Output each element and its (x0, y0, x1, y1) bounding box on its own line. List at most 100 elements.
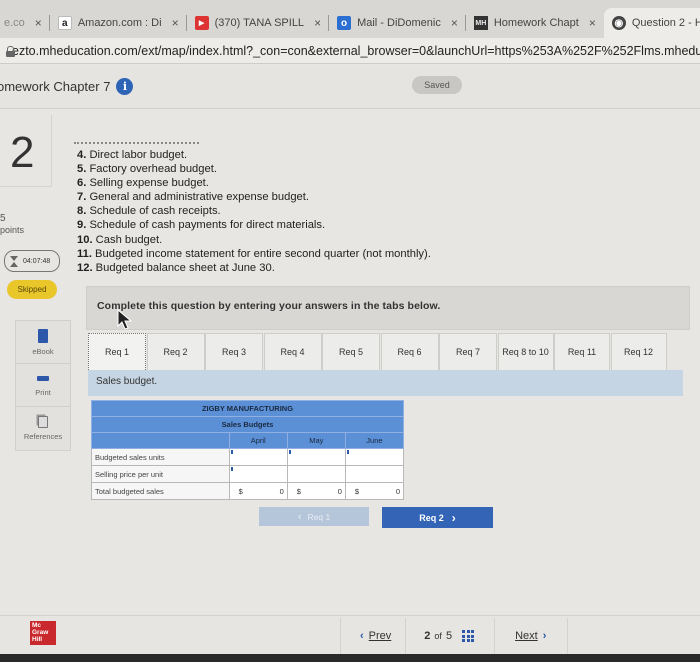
of-label: of (434, 631, 442, 641)
references-label: References (23, 432, 63, 441)
month-header-april: April (228, 432, 288, 449)
references-button[interactable]: References (16, 407, 70, 450)
table-row: Selling price per unit (91, 465, 405, 483)
tab-content-title: Sales budget. (96, 376, 158, 387)
close-tab-icon[interactable]: × (35, 16, 42, 30)
item-text: Selling expense budget. (86, 177, 209, 190)
browser-tab-active[interactable]: ◉ Question 2 - Hom × (603, 8, 700, 38)
total-value: 0 (395, 486, 400, 496)
chevron-left-icon: ‹ (360, 630, 364, 642)
list-item: 11. Budgeted income statement for entire… (77, 247, 431, 261)
total-value: 0 (279, 486, 284, 496)
item-number: 4. (77, 149, 87, 161)
tools-panel: eBook Print References (15, 320, 71, 451)
logo-line: Mc (32, 622, 42, 629)
tab-req-7[interactable]: Req 7 (439, 333, 497, 370)
budgeted-sales-units-june-input[interactable] (344, 448, 405, 466)
status-badge: Skipped (7, 280, 57, 299)
close-tab-icon[interactable]: × (589, 16, 596, 30)
page-indicator: 2 of 5 (406, 630, 494, 642)
youtube-favicon-icon: ▶ (194, 16, 209, 30)
close-tab-icon[interactable]: × (314, 16, 321, 30)
ebook-button[interactable]: eBook (16, 321, 70, 364)
instructions-text: Complete this question by entering your … (97, 300, 441, 312)
list-item: 7. General and administrative expense bu… (77, 190, 431, 204)
item-number: 6. (77, 177, 87, 190)
budgeted-sales-units-april-input[interactable] (228, 448, 288, 466)
mouse-cursor-icon (117, 309, 133, 330)
assignment-title: omework Chapter 7 i (0, 78, 134, 95)
print-button[interactable]: Print (16, 364, 70, 407)
budgeted-sales-units-may-input[interactable] (286, 448, 346, 466)
tab-req-12[interactable]: Req 12 (610, 333, 667, 370)
address-bar[interactable]: ezto.mheducation.com/ext/map/index.html?… (0, 38, 700, 64)
list-item: 4. Direct labor budget. (77, 148, 431, 162)
url-text[interactable]: ezto.mheducation.com/ext/map/index.html?… (12, 44, 700, 58)
prev-req-button[interactable]: ‹ Req 1 (259, 507, 369, 526)
total-sales-may-cell: $0 (286, 482, 346, 500)
currency-symbol: $ (296, 486, 301, 496)
item-text: Direct labor budget. (86, 149, 188, 161)
total-pages: 5 (445, 630, 453, 642)
mcgraw-hill-logo: Mc Graw Hill (30, 621, 56, 645)
currency-symbol: $ (354, 486, 360, 496)
chevron-right-icon: › (542, 630, 547, 642)
tab-req-3[interactable]: Req 3 (205, 333, 263, 370)
month-header-row: April May June (91, 432, 405, 449)
hourglass-icon (10, 255, 18, 267)
browser-tab[interactable]: a Amazon.com : Di × (50, 8, 187, 38)
budget-title: Sales Budgets (91, 416, 404, 433)
saved-badge: Saved (412, 76, 462, 94)
selling-price-per-unit-input[interactable] (228, 465, 288, 483)
browser-tab[interactable]: e.co × (0, 8, 50, 38)
logo-line: Graw (32, 629, 49, 636)
timer-value: 04:07:48 (23, 257, 51, 265)
next-req-label: Req 2 (419, 512, 444, 523)
row-label: Budgeted sales units (91, 448, 230, 466)
close-tab-icon[interactable]: × (172, 16, 179, 30)
next-label: Next (515, 630, 538, 642)
row-label: Selling price per unit (91, 465, 230, 483)
table-header-row: Sales Budgets (91, 416, 404, 433)
grid-icon[interactable] (462, 630, 475, 642)
timer: 04:07:48 (4, 250, 60, 272)
points-label: points (0, 225, 25, 235)
next-req-button[interactable]: Req 2 › (382, 507, 493, 528)
amazon-favicon-icon: a (57, 16, 72, 30)
tab-req-8-to-10[interactable]: Req 8 to 10 (497, 333, 554, 370)
item-text: Cash budget. (92, 233, 163, 246)
list-item: 10. Cash budget. (77, 233, 431, 247)
tab-req-11[interactable]: Req 11 (554, 333, 610, 370)
chevron-right-icon: › (451, 510, 456, 525)
item-text: Budgeted income statement for entire sec… (91, 247, 431, 260)
documents-icon (38, 416, 48, 428)
printer-icon (37, 373, 49, 386)
logo-line: Hill (32, 636, 43, 643)
item-number: 12. (77, 261, 93, 274)
tab-req-6[interactable]: Req 6 (380, 333, 439, 370)
next-question-button[interactable]: Next › (495, 630, 567, 642)
close-tab-icon[interactable]: × (451, 16, 458, 30)
tab-req-1[interactable]: Req 1 (88, 333, 146, 370)
tab-req-5[interactable]: Req 5 (322, 333, 380, 370)
info-icon[interactable]: i (116, 78, 134, 95)
ebook-label: eBook (32, 346, 54, 356)
requirements-list: 4. Direct labor budget. 5. Factory overh… (77, 148, 431, 275)
table-header-row: ZIGBY MANUFACTURING (91, 400, 404, 417)
browser-tab[interactable]: ▶ (370) TANA SPILL × (187, 8, 330, 38)
tab-req-2[interactable]: Req 2 (146, 333, 205, 370)
prev-question-button[interactable]: ‹ Prev (341, 630, 405, 642)
browser-tab[interactable]: o Mail - DiDomenic × (329, 8, 466, 38)
blank-header (91, 432, 230, 449)
tab-label: Amazon.com : Di (77, 17, 162, 29)
prev-req-label: Req 1 (307, 511, 331, 522)
assignment-title-text: omework Chapter 7 (0, 79, 111, 94)
tab-req-4[interactable]: Req 4 (263, 333, 322, 370)
item-text: Budgeted balance sheet at June 30. (92, 261, 275, 274)
item-number: 9. (77, 219, 87, 232)
tab-label: Mail - DiDomenic (357, 17, 441, 29)
table-row: Total budgeted sales $0 $0 $0 (91, 482, 405, 500)
question-number: 2 (10, 128, 35, 177)
globe-favicon-icon: ◉ (611, 16, 626, 30)
browser-tab[interactable]: MH Homework Chapt × (466, 8, 604, 38)
